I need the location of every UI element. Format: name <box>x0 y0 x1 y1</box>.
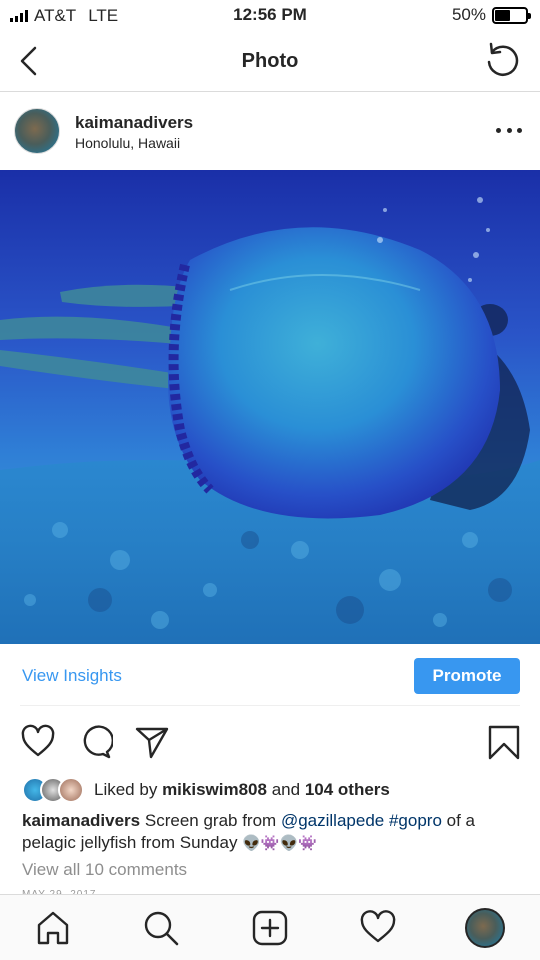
liked-by-and: and <box>271 780 301 799</box>
likes-row: Liked by mikiswim808 and 104 others <box>22 776 522 804</box>
tab-activity[interactable] <box>359 909 397 947</box>
liked-by-others[interactable]: 104 others <box>305 780 390 799</box>
search-icon <box>144 911 179 946</box>
avatar <box>58 777 84 803</box>
share-button[interactable] <box>134 724 170 760</box>
jellyfish-photo <box>0 197 540 644</box>
view-insights-link[interactable]: View Insights <box>22 666 122 686</box>
tab-bar <box>0 894 540 960</box>
caption-username[interactable]: kaimanadivers <box>22 811 140 830</box>
refresh-button[interactable] <box>482 40 522 80</box>
status-bar: AT&T LTE 12:56 PM 50% <box>0 0 540 32</box>
avatar[interactable] <box>14 108 60 154</box>
status-right: 50% <box>451 5 531 25</box>
comment-icon <box>83 725 114 759</box>
more-options-icon[interactable] <box>496 123 522 137</box>
liked-by-text[interactable]: Liked by mikiswim808 and 104 others <box>94 780 390 800</box>
caption-text-1: Screen grab from <box>144 811 277 830</box>
caption-hashtag[interactable]: #gopro <box>389 811 442 830</box>
post-location[interactable]: Honolulu, Hawaii <box>75 135 180 151</box>
like-button[interactable] <box>20 724 56 760</box>
liker-avatars[interactable] <box>22 777 88 803</box>
caption-emojis: 👽👾👽👾 <box>242 835 317 852</box>
comment-button[interactable] <box>77 724 114 760</box>
send-icon <box>135 727 169 759</box>
post-header: kaimanadivers Honolulu, Hawaii <box>0 93 540 169</box>
tab-new-post[interactable] <box>251 909 289 947</box>
battery-fill <box>495 9 510 21</box>
heart-icon <box>21 724 55 757</box>
action-bar <box>0 718 540 768</box>
promote-button[interactable]: Promote <box>414 658 520 694</box>
tab-home[interactable] <box>34 909 72 947</box>
battery-icon <box>492 6 531 24</box>
profile-avatar <box>465 908 505 948</box>
tab-search[interactable] <box>142 909 180 947</box>
tab-profile[interactable] <box>465 908 505 948</box>
post-username[interactable]: kaimanadivers <box>75 113 193 133</box>
bookmark-icon <box>488 725 520 760</box>
view-all-comments-link[interactable]: View all 10 comments <box>22 860 187 880</box>
battery-percent: 50% <box>451 5 486 24</box>
refresh-icon <box>487 42 519 76</box>
liked-by-prefix: Liked by <box>94 780 158 799</box>
page-title: Photo <box>241 50 299 72</box>
liked-by-user[interactable]: mikiswim808 <box>162 780 267 799</box>
caption: kaimanadivers Screen grab from @gazillap… <box>22 810 522 855</box>
activity-heart-icon <box>360 910 396 943</box>
caption-mention[interactable]: @gazillapede <box>281 811 384 830</box>
nav-header: Photo <box>0 32 540 92</box>
new-post-icon <box>252 910 288 946</box>
home-icon <box>37 911 69 945</box>
insights-row: View Insights Promote <box>20 644 520 706</box>
post-photo[interactable] <box>0 170 540 644</box>
save-button[interactable] <box>486 724 522 760</box>
